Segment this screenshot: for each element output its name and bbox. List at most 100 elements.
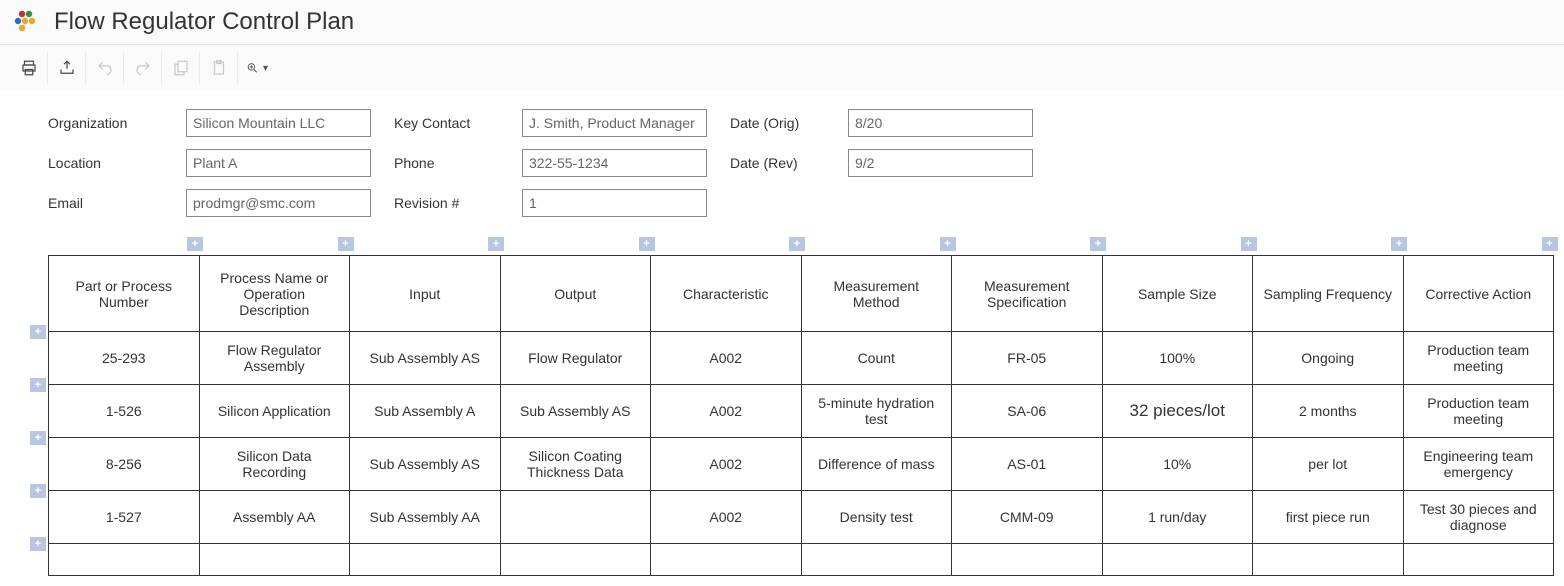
table-header-cell[interactable]: Output: [500, 256, 651, 332]
add-column-button[interactable]: +: [488, 237, 504, 251]
input-revision[interactable]: [522, 189, 707, 217]
add-row-button[interactable]: +: [30, 484, 46, 498]
table-cell[interactable]: Engineering team emergency: [1403, 438, 1554, 491]
table-header-cell[interactable]: Measurement Method: [801, 256, 952, 332]
add-row-button[interactable]: +: [30, 431, 46, 445]
table-cell[interactable]: SA-06: [952, 385, 1103, 438]
add-column-button[interactable]: +: [1391, 237, 1407, 251]
add-column-button[interactable]: +: [789, 237, 805, 251]
add-row-button[interactable]: +: [30, 378, 46, 392]
table-cell[interactable]: [199, 544, 350, 576]
table-cell[interactable]: 1 run/day: [1102, 491, 1253, 544]
table-row: 25-293Flow Regulator AssemblySub Assembl…: [49, 332, 1554, 385]
export-button[interactable]: [48, 51, 86, 85]
table-cell[interactable]: Sub Assembly AS: [350, 332, 501, 385]
table-cell[interactable]: Flow Regulator: [500, 332, 651, 385]
table-cell[interactable]: 32 pieces/lot: [1102, 385, 1253, 438]
print-button[interactable]: [10, 51, 48, 85]
input-date-rev[interactable]: [848, 149, 1033, 177]
chevron-down-icon: ▾: [263, 63, 268, 74]
table-cell[interactable]: Sub Assembly AS: [500, 385, 651, 438]
table-cell[interactable]: Silicon Coating Thickness Data: [500, 438, 651, 491]
add-column-button[interactable]: +: [1090, 237, 1106, 251]
table-cell[interactable]: A002: [651, 385, 802, 438]
table-header-cell[interactable]: Corrective Action: [1403, 256, 1554, 332]
table-cell[interactable]: 2 months: [1253, 385, 1404, 438]
table-cell[interactable]: 5-minute hydration test: [801, 385, 952, 438]
add-row-button[interactable]: +: [30, 325, 46, 339]
table-cell[interactable]: 1-527: [49, 491, 200, 544]
table-cell[interactable]: [1102, 544, 1253, 576]
table-cell[interactable]: Sub Assembly AS: [350, 438, 501, 491]
table-cell[interactable]: Assembly AA: [199, 491, 350, 544]
toolbar: ▾: [0, 45, 1564, 91]
table-cell[interactable]: 8-256: [49, 438, 200, 491]
table-header-cell[interactable]: Sampling Frequency: [1253, 256, 1404, 332]
input-email[interactable]: [186, 189, 371, 217]
table-header-cell[interactable]: Input: [350, 256, 501, 332]
add-column-button[interactable]: +: [338, 237, 354, 251]
table-cell[interactable]: Silicon Data Recording: [199, 438, 350, 491]
add-row-button[interactable]: +: [30, 537, 46, 551]
table-cell[interactable]: [49, 544, 200, 576]
table-cell[interactable]: [1403, 544, 1554, 576]
table-cell[interactable]: FR-05: [952, 332, 1103, 385]
table-cell[interactable]: 100%: [1102, 332, 1253, 385]
table-cell[interactable]: Test 30 pieces and diagnose: [1403, 491, 1554, 544]
table-cell[interactable]: Sub Assembly AA: [350, 491, 501, 544]
table-cell[interactable]: Count: [801, 332, 952, 385]
table-header-cell[interactable]: Part or Process Number: [49, 256, 200, 332]
table-cell[interactable]: A002: [651, 332, 802, 385]
table-cell[interactable]: Ongoing: [1253, 332, 1404, 385]
redo-button[interactable]: [124, 51, 162, 85]
table-cell[interactable]: [350, 544, 501, 576]
table-cell[interactable]: first piece run: [1253, 491, 1404, 544]
table-cell[interactable]: AS-01: [952, 438, 1103, 491]
table-cell[interactable]: 10%: [1102, 438, 1253, 491]
label-revision: Revision #: [394, 195, 504, 211]
table-cell[interactable]: Production team meeting: [1403, 332, 1554, 385]
input-date-orig[interactable]: [848, 109, 1033, 137]
app-logo-icon: [14, 9, 40, 35]
table-cell[interactable]: A002: [651, 438, 802, 491]
table-cell[interactable]: 25-293: [49, 332, 200, 385]
table-row: 1-527Assembly AASub Assembly AA A002Densi…: [49, 491, 1554, 544]
add-column-button[interactable]: +: [1241, 237, 1257, 251]
table-cell[interactable]: A002: [651, 491, 802, 544]
table-cell[interactable]: [500, 544, 651, 576]
add-column-button[interactable]: +: [1542, 237, 1558, 251]
table-header-cell[interactable]: Process Name or Operation Description: [199, 256, 350, 332]
table-header-cell[interactable]: Characteristic: [651, 256, 802, 332]
table-cell[interactable]: Flow Regulator Assembly: [199, 332, 350, 385]
table-cell[interactable]: Difference of mass: [801, 438, 952, 491]
table-cell[interactable]: Production team meeting: [1403, 385, 1554, 438]
copy-button[interactable]: [162, 51, 200, 85]
table-row: 1-526Silicon ApplicationSub Assembly ASu…: [49, 385, 1554, 438]
table-cell[interactable]: [952, 544, 1103, 576]
table-cell[interactable]: [1253, 544, 1404, 576]
table-header-cell[interactable]: Sample Size: [1102, 256, 1253, 332]
input-organization[interactable]: [186, 109, 371, 137]
add-column-button[interactable]: +: [639, 237, 655, 251]
zoom-button[interactable]: ▾: [238, 51, 276, 85]
table-header-cell[interactable]: Measurement Specification: [952, 256, 1103, 332]
label-date-orig: Date (Orig): [730, 115, 830, 131]
table-cell[interactable]: per lot: [1253, 438, 1404, 491]
table-cell[interactable]: 1-526: [49, 385, 200, 438]
input-key-contact[interactable]: [522, 109, 707, 137]
table-cell[interactable]: CMM-09: [952, 491, 1103, 544]
table-cell[interactable]: [500, 491, 651, 544]
undo-button[interactable]: [86, 51, 124, 85]
matrix-wrap: Part or Process NumberProcess Name or Op…: [0, 235, 1564, 586]
table-cell[interactable]: Silicon Application: [199, 385, 350, 438]
table-cell[interactable]: Density test: [801, 491, 952, 544]
table-cell[interactable]: Sub Assembly A: [350, 385, 501, 438]
paste-button[interactable]: [200, 51, 238, 85]
input-location[interactable]: [186, 149, 371, 177]
add-column-button[interactable]: +: [187, 237, 203, 251]
table-row: 8-256Silicon Data RecordingSub Assembly …: [49, 438, 1554, 491]
input-phone[interactable]: [522, 149, 707, 177]
table-cell[interactable]: [801, 544, 952, 576]
table-cell[interactable]: [651, 544, 802, 576]
add-column-button[interactable]: +: [940, 237, 956, 251]
